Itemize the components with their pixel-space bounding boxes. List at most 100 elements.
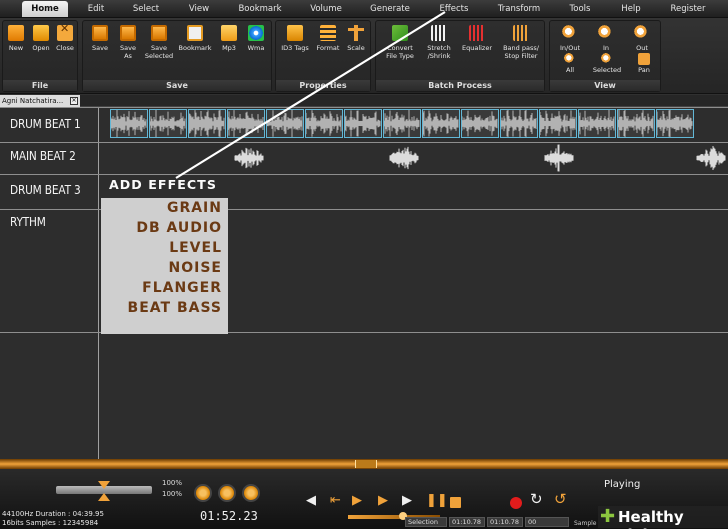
menu-effects[interactable]: Effects — [434, 1, 474, 17]
zoom-in-button[interactable]: In — [592, 25, 620, 52]
effect-db-audio[interactable]: DB AUDIO — [136, 220, 222, 236]
audio-clip[interactable] — [149, 109, 187, 138]
save-button[interactable]: Save — [87, 25, 113, 52]
watermark: ✚ Healthy Living — [598, 506, 728, 529]
effect-flanger[interactable]: FLANGER — [142, 280, 222, 296]
add-effects-title: ADD EFFECTS — [109, 178, 217, 192]
save-as-button[interactable]: Save As — [115, 25, 141, 60]
speed-knob[interactable] — [242, 484, 260, 502]
stop-button[interactable] — [450, 497, 461, 508]
close-button[interactable]: Close — [53, 25, 77, 52]
format-button[interactable]: Format — [314, 25, 342, 52]
zoom-all-button[interactable]: All — [558, 53, 582, 74]
selection-length-field[interactable]: 00 — [525, 517, 569, 527]
track-area[interactable]: DRUM BEAT 1 MAIN BEAT 2 DRUM BEAT 3 RYTH… — [0, 107, 728, 459]
loop-play-button[interactable]: ⇤ — [330, 494, 341, 508]
menu-volume[interactable]: Volume — [304, 1, 348, 17]
save-group: Save Save As Save Selected Bookmark Mp3 … — [82, 20, 272, 92]
main-beat-2-waveform[interactable] — [99, 142, 728, 174]
wma-icon — [248, 25, 264, 41]
new-button[interactable]: New — [5, 25, 27, 52]
forward-end-button[interactable]: ▶ — [402, 494, 412, 508]
folder-open-icon — [33, 25, 49, 41]
equalizer-button[interactable]: Equalizer — [458, 25, 496, 52]
track-divider — [0, 107, 728, 108]
play-button[interactable]: ▶ — [378, 494, 388, 508]
record-button[interactable] — [510, 497, 522, 509]
audio-clip[interactable] — [656, 109, 694, 138]
save-selected-button[interactable]: Save Selected — [143, 25, 175, 60]
wma-button[interactable]: Wma — [243, 25, 269, 52]
audio-clip[interactable] — [188, 109, 226, 138]
pan-button[interactable]: Pan — [632, 53, 656, 74]
view-group: In/Out In Out All Selected Pan View — [549, 20, 661, 92]
menu-bar: Home Edit Select View Bookmark Volume Ge… — [0, 0, 728, 18]
audio-clip[interactable] — [305, 109, 343, 138]
tags-icon — [287, 25, 303, 41]
zoom-in-out-button[interactable]: In/Out — [554, 25, 586, 52]
zoom-in-out-icon — [562, 25, 578, 41]
band-pass-filter-button[interactable]: Band pass/ Stop Filter — [498, 25, 544, 60]
save-as-icon — [120, 25, 136, 41]
close-tab-icon[interactable]: ✕ — [70, 97, 78, 105]
audio-clip[interactable] — [110, 109, 148, 138]
open-button[interactable]: Open — [29, 25, 53, 52]
menu-bookmark[interactable]: Bookmark — [234, 1, 286, 17]
bookmark-icon — [187, 25, 203, 41]
pitch-percent-top: 100% — [162, 479, 183, 487]
audio-clip[interactable] — [383, 109, 421, 138]
bookmark-button[interactable]: Bookmark — [177, 25, 213, 52]
audio-clip[interactable] — [578, 109, 616, 138]
menu-edit[interactable]: Edit — [78, 1, 114, 17]
effect-noise[interactable]: NOISE — [169, 260, 222, 276]
audio-clip[interactable] — [617, 109, 655, 138]
samples-label: Sample — [574, 520, 597, 527]
menu-tools[interactable]: Tools — [562, 1, 598, 17]
selection-end-field[interactable]: 01:10.78 — [487, 517, 523, 527]
effect-level[interactable]: LEVEL — [169, 240, 222, 256]
selection-start-field[interactable]: 01:10.78 — [449, 517, 485, 527]
view-group-label: View — [550, 80, 660, 91]
stretch-shrink-button[interactable]: Stretch /Shrink — [422, 25, 456, 60]
horizontal-scrollbar[interactable] — [0, 459, 728, 469]
menu-help[interactable]: Help — [616, 1, 646, 17]
document-tab[interactable]: Agni Natchatira... ✕ — [0, 95, 80, 107]
audio-clip[interactable] — [266, 109, 304, 138]
loop-icon[interactable]: ↻ — [530, 492, 543, 507]
audio-clip[interactable] — [344, 109, 382, 138]
menu-transform[interactable]: Transform — [492, 1, 546, 17]
convert-file-type-button[interactable]: Convert File Type — [380, 25, 420, 60]
menu-register[interactable]: Register — [664, 1, 712, 17]
effect-beat-bass[interactable]: BEAT BASS — [128, 300, 222, 316]
zoom-out-button[interactable]: Out — [628, 25, 656, 52]
menu-home[interactable]: Home — [22, 1, 68, 17]
audio-clip[interactable] — [422, 109, 460, 138]
repeat-icon[interactable]: ↺ — [554, 492, 567, 507]
pan-knob[interactable] — [218, 484, 236, 502]
audio-clip[interactable] — [500, 109, 538, 138]
mp3-button[interactable]: Mp3 — [217, 25, 241, 52]
batch-process-group-label: Batch Process — [376, 80, 544, 91]
menu-view[interactable]: View — [180, 1, 218, 17]
menu-select[interactable]: Select — [126, 1, 166, 17]
audio-clip[interactable] — [461, 109, 499, 138]
scale-button[interactable]: Scale — [344, 25, 368, 52]
id3-tags-button[interactable]: ID3 Tags — [278, 25, 312, 52]
audio-clip[interactable] — [539, 109, 577, 138]
pause-button[interactable]: ❚❚ — [426, 494, 448, 508]
zoom-out-icon — [634, 25, 650, 41]
menu-generate[interactable]: Generate — [364, 1, 416, 17]
track-label-rythm: RYTHM — [10, 215, 46, 229]
track-label-drum-beat-1: DRUM BEAT 1 — [10, 117, 81, 131]
audio-clip[interactable] — [227, 109, 265, 138]
convert-icon — [392, 25, 408, 41]
rewind-start-button[interactable]: ◀ — [306, 494, 316, 508]
track-label-main-beat-2: MAIN BEAT 2 — [10, 149, 76, 163]
file-group: New Open Close File — [2, 20, 78, 92]
pitch-slider-handle[interactable] — [98, 481, 110, 503]
gain-knob[interactable] — [194, 484, 212, 502]
effect-grain[interactable]: GRAIN — [167, 200, 222, 216]
zoom-selected-button[interactable]: Selected — [590, 53, 624, 74]
scrollbar-thumb[interactable] — [355, 460, 377, 468]
play-selection-button[interactable]: ▶ — [352, 494, 362, 508]
